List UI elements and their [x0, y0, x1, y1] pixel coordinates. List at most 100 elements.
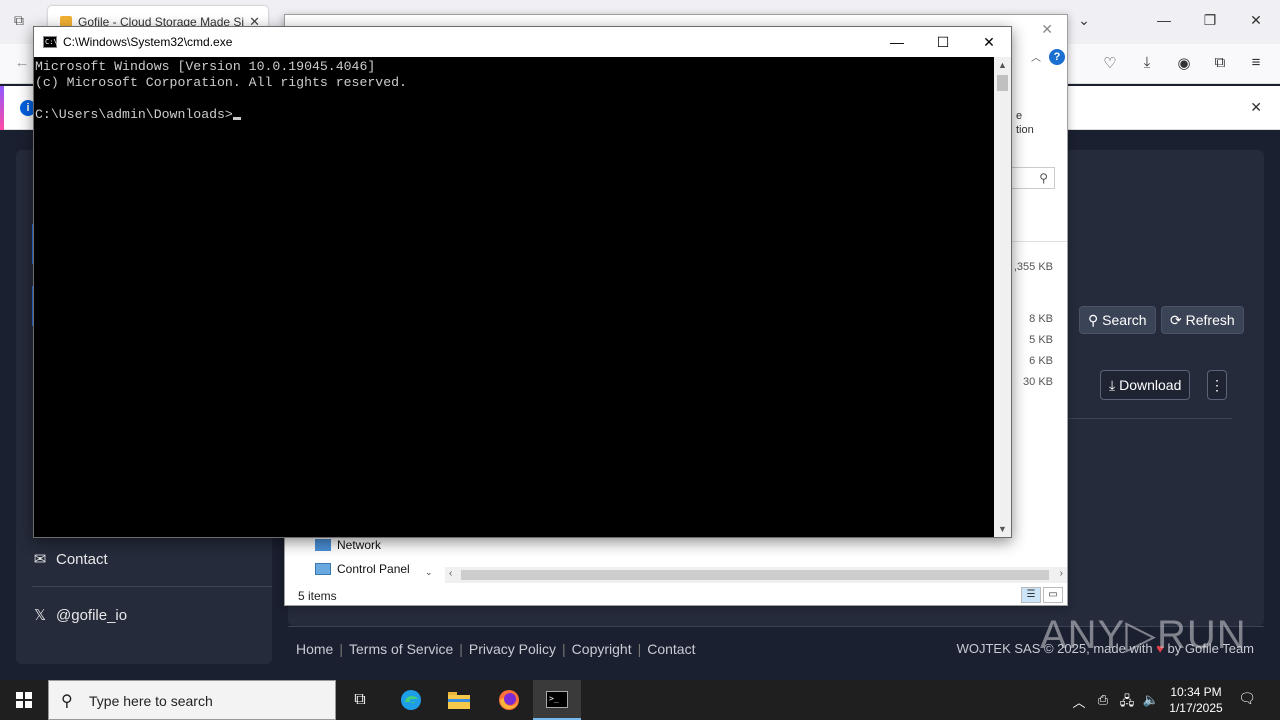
envelope-icon: ✉ — [33, 551, 47, 568]
clock-time: 10:34 PM — [1170, 685, 1222, 699]
clock-date: 1/17/2025 — [1169, 701, 1223, 715]
search-icon: ⚲ — [1088, 312, 1099, 328]
footer-link-home[interactable]: Home — [296, 641, 333, 657]
scrollbar-thumb[interactable] — [461, 570, 1049, 580]
refresh-button[interactable]: ⟳ Refresh — [1161, 306, 1244, 334]
file-size: 5 KB — [1029, 334, 1053, 346]
footer-link-privacy[interactable]: Privacy Policy — [469, 641, 556, 657]
notification-close-icon[interactable]: ✕ — [1250, 99, 1262, 116]
console-prompt: C:\Users\admin\Downloads> — [35, 107, 233, 122]
browser-close-icon[interactable]: ✕ — [1246, 12, 1266, 29]
pocket-icon[interactable]: ♡ — [1100, 54, 1120, 74]
search-button[interactable]: ⚲ Search — [1079, 306, 1156, 334]
taskbar-clock[interactable]: 10:34 PM 1/17/2025 — [1164, 684, 1228, 716]
sidebar-item-contact[interactable]: ✉ Contact — [32, 550, 108, 568]
ribbon-collapse-chevron-icon[interactable]: ︿ — [1031, 49, 1041, 64]
footer-links: Home | Terms of Service | Privacy Policy | Cop… — [296, 641, 695, 657]
cmd-window-title: C:\Windows\System32\cmd.exe — [63, 35, 233, 49]
task-view-icon: ⧉ — [354, 691, 366, 708]
nav-pane-network[interactable]: Network — [315, 538, 381, 552]
taskbar-firefox[interactable] — [485, 680, 533, 720]
task-view-button[interactable]: ⧉ — [336, 680, 384, 720]
browser-minimize-icon[interactable]: — — [1154, 12, 1174, 28]
footer-link-copyright[interactable]: Copyright — [572, 641, 632, 657]
console-line: Microsoft Windows [Version 10.0.19045.40… — [35, 59, 376, 74]
nav-pane-control-panel-label: Control Panel — [337, 562, 410, 576]
nav-pane-scroll-down-icon[interactable]: ⌄ — [425, 567, 433, 578]
control-panel-icon — [315, 563, 331, 575]
file-size: 8 KB — [1029, 313, 1053, 325]
details-view-icon[interactable]: ☰ — [1021, 587, 1041, 603]
action-center-icon[interactable]: 🗨 — [1236, 690, 1258, 710]
cmd-window: C:\ C:\Windows\System32\cmd.exe — ☐ ✕ Mi… — [33, 26, 1012, 538]
tab-overflow-chevron-icon[interactable]: ⌄ — [1074, 12, 1094, 29]
large-icons-view-icon[interactable]: ▭ — [1043, 587, 1063, 603]
footer-link-terms[interactable]: Terms of Service — [349, 641, 453, 657]
taskbar-cmd[interactable]: >_ — [533, 680, 581, 720]
cmd-titlebar[interactable]: C:\ C:\Windows\System32\cmd.exe — ☐ ✕ — [34, 27, 1011, 57]
ribbon-fragment: e tion — [1011, 99, 1067, 149]
tab-list-icon[interactable]: ⧉ — [8, 12, 30, 32]
browser-restore-icon[interactable]: ❐ — [1200, 12, 1220, 29]
start-button[interactable] — [0, 680, 48, 720]
file-size: ,355 KB — [1013, 261, 1053, 273]
cmd-app-icon: C:\ — [43, 36, 58, 48]
cmd-close-button[interactable]: ✕ — [966, 27, 1012, 57]
cmd-icon: >_ — [546, 691, 568, 708]
text-cursor — [232, 117, 241, 120]
firefox-icon — [499, 690, 519, 710]
horizontal-scrollbar[interactable]: ‹ › — [445, 567, 1067, 583]
footer-separator: | — [562, 641, 566, 657]
tray-device-icon[interactable]: ⎙ — [1094, 692, 1112, 708]
scrollbar-thumb[interactable] — [997, 75, 1008, 91]
cmd-minimize-button[interactable]: — — [874, 27, 920, 57]
more-options-button[interactable]: ⋮ — [1207, 370, 1227, 400]
search-icon: ⚲ — [61, 693, 73, 710]
nav-pane-control-panel[interactable]: Control Panel — [315, 562, 410, 576]
sidebar-item-twitter[interactable]: 𝕏 @gofile_io — [32, 606, 127, 624]
footer-link-contact[interactable]: Contact — [647, 641, 695, 657]
nav-pane-network-label: Network — [337, 538, 382, 552]
sidebar-contact-label: Contact — [56, 551, 108, 568]
search-icon: ⚲ — [1039, 171, 1048, 185]
taskbar-file-explorer[interactable] — [435, 680, 483, 720]
menu-hamburger-icon[interactable]: ≡ — [1246, 54, 1266, 74]
explorer-search-input[interactable]: ⚲ — [1011, 167, 1055, 189]
scroll-right-icon[interactable]: › — [1060, 568, 1063, 579]
scroll-up-icon[interactable]: ▲ — [998, 60, 1007, 70]
network-tray-icon[interactable]: 🖧 — [1118, 692, 1136, 714]
taskbar-search-box[interactable]: ⚲ Type here to search — [48, 680, 336, 720]
downloads-icon[interactable]: ⤓ — [1137, 54, 1157, 74]
item-count: 5 items — [298, 589, 337, 603]
cmd-maximize-button[interactable]: ☐ — [920, 27, 966, 57]
minimize-icon: — — [890, 34, 904, 50]
extensions-icon[interactable]: ⧉ — [1210, 54, 1230, 74]
scroll-left-icon[interactable]: ‹ — [449, 568, 452, 579]
taskbar-edge[interactable] — [387, 680, 435, 720]
x-logo-icon: 𝕏 — [33, 607, 47, 624]
file-size: 30 KB — [1023, 376, 1053, 388]
account-icon[interactable]: ◉ — [1174, 54, 1194, 74]
help-icon[interactable]: ? — [1049, 49, 1065, 65]
download-button[interactable]: ⤓ Download — [1100, 370, 1191, 400]
notification-accent-stripe — [0, 86, 4, 130]
tray-overflow-chevron-icon[interactable]: ︿ — [1070, 692, 1088, 711]
taskbar-search-placeholder: Type here to search — [89, 693, 213, 709]
search-button-label: Search — [1102, 312, 1147, 328]
cmd-vertical-scrollbar[interactable]: ▲ ▼ — [994, 57, 1011, 537]
download-icon: ⤓ — [1109, 377, 1116, 393]
volume-icon[interactable]: 🔈 — [1142, 692, 1160, 708]
sidebar-twitter-label: @gofile_io — [56, 607, 128, 624]
column-header-divider — [1011, 241, 1067, 242]
back-arrow-icon[interactable]: ← — [12, 54, 32, 74]
footer-separator: | — [339, 641, 343, 657]
refresh-icon: ⟳ — [1170, 312, 1182, 328]
explorer-close-icon[interactable]: ✕ — [1041, 21, 1053, 38]
file-size: 6 KB — [1029, 355, 1053, 367]
anyrun-watermark: ANY▷RUN — [1040, 613, 1247, 657]
sidebar-divider — [32, 586, 272, 587]
cmd-console[interactable]: Microsoft Windows [Version 10.0.19045.40… — [34, 57, 994, 537]
scroll-down-icon[interactable]: ▼ — [998, 524, 1007, 534]
close-icon: ✕ — [983, 34, 995, 50]
